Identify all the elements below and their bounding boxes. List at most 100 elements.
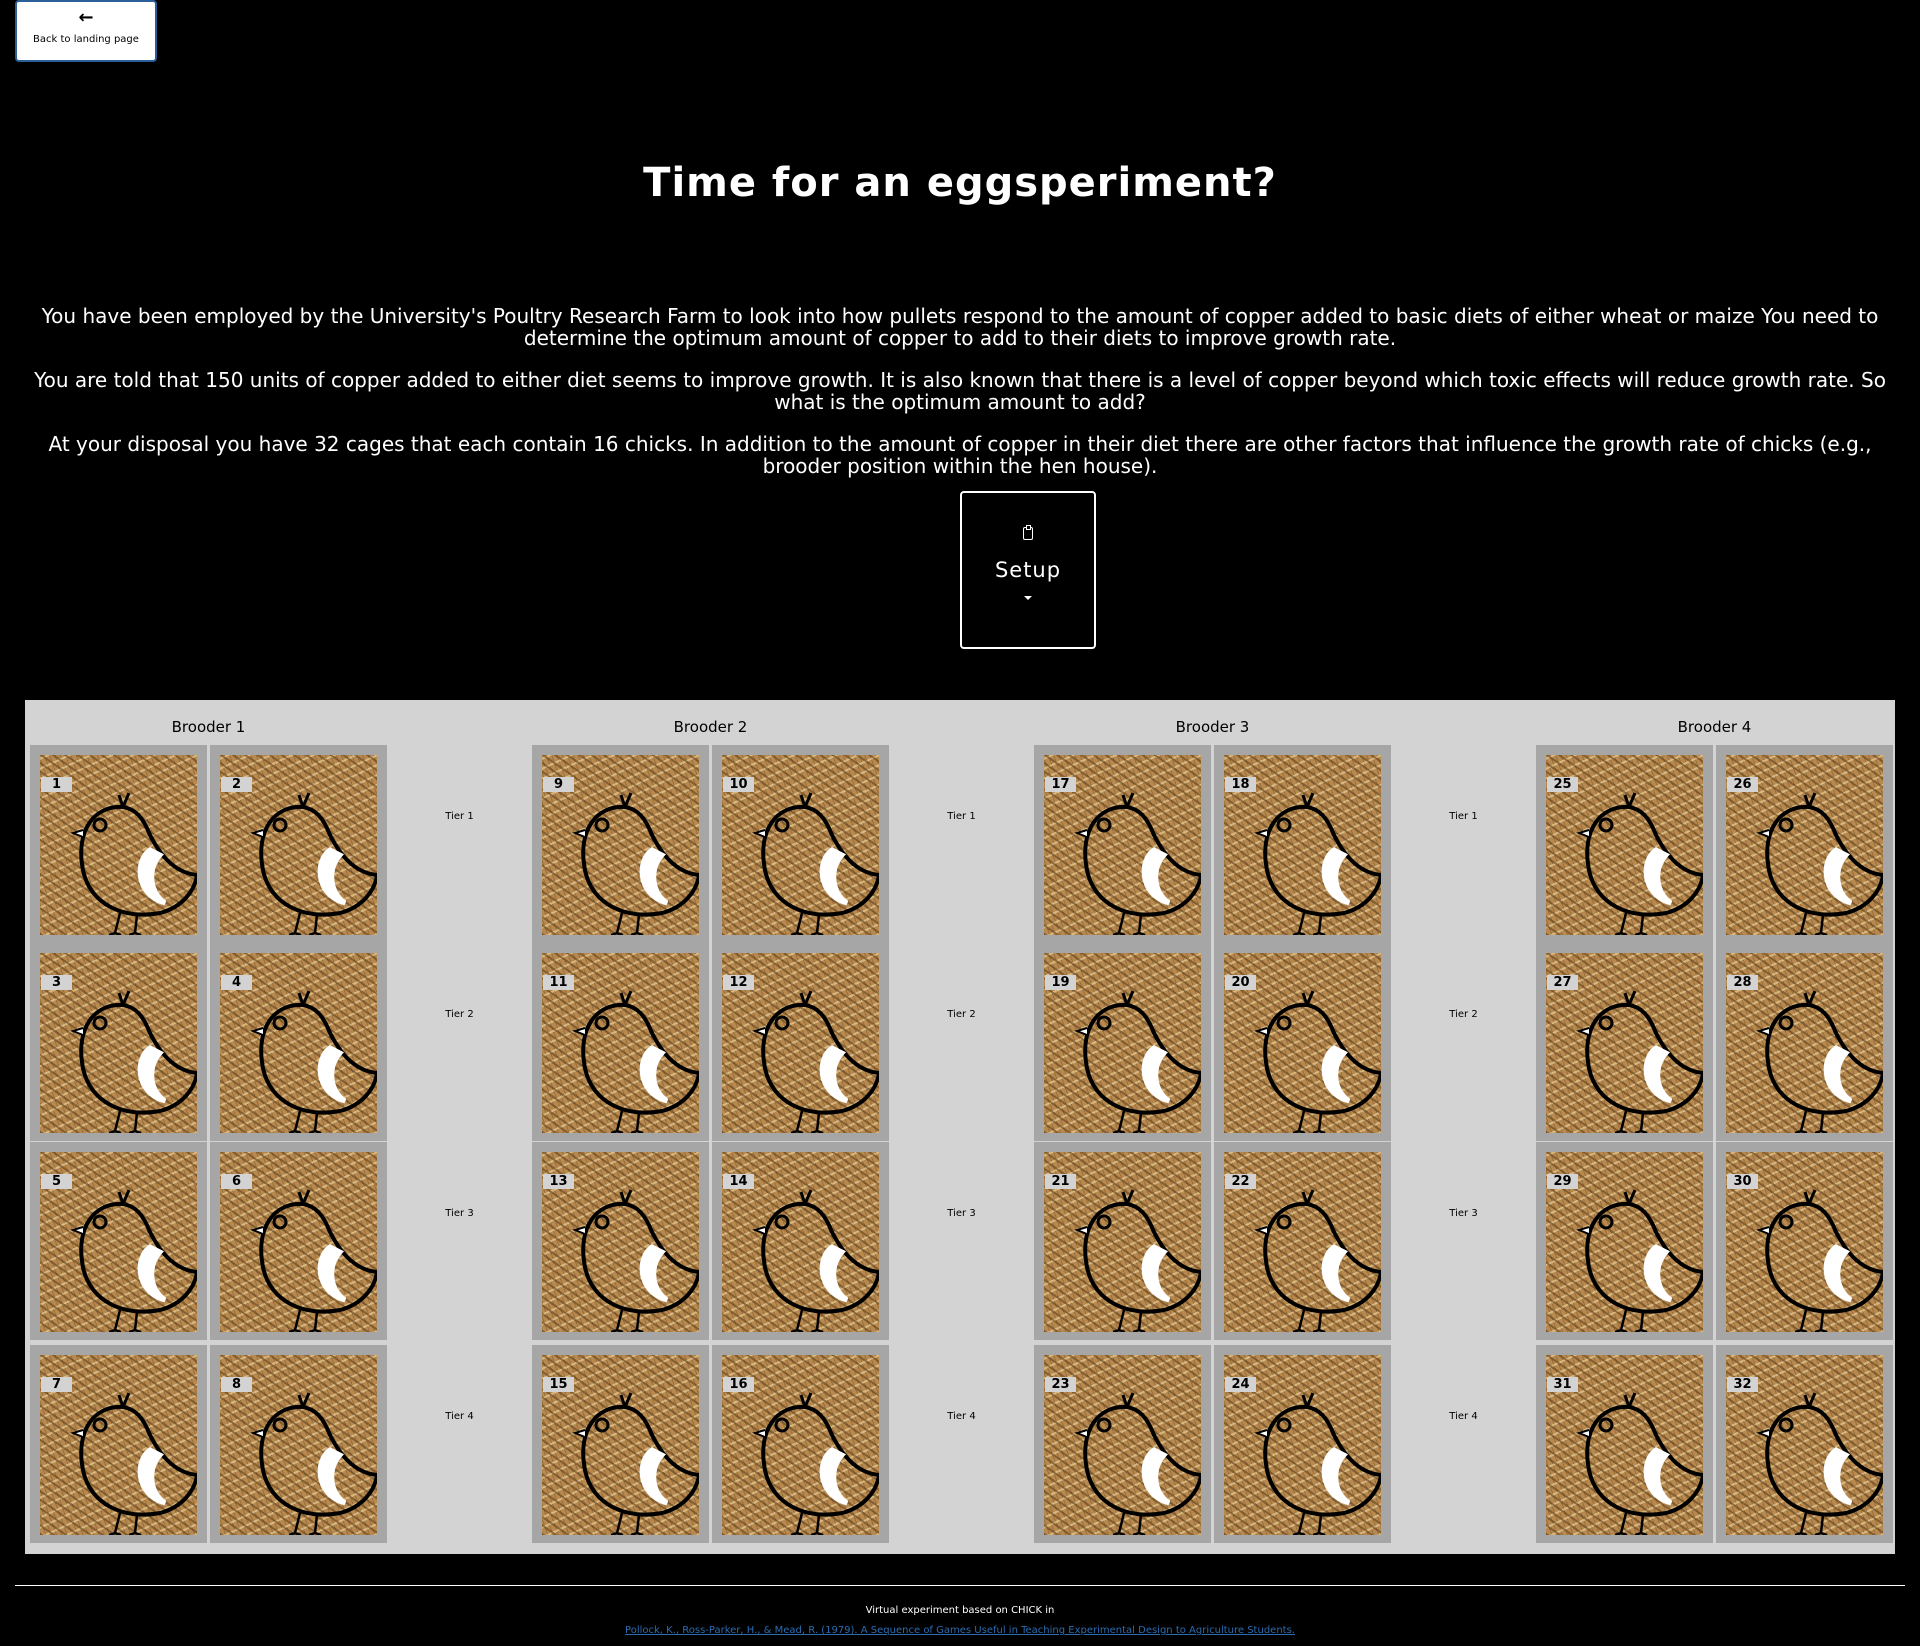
back-to-landing-button[interactable]: ← Back to landing page	[15, 0, 157, 62]
straw-image: 19	[1044, 953, 1201, 1133]
straw-image: 28	[1726, 953, 1883, 1133]
arrow-left-icon: ←	[78, 7, 94, 28]
cage-21[interactable]: 21	[1034, 1142, 1211, 1340]
cage-3[interactable]: 3	[30, 943, 207, 1141]
straw-image: 4	[220, 953, 377, 1133]
cage-29[interactable]: 29	[1536, 1142, 1713, 1340]
straw-image: 15	[542, 1355, 699, 1535]
chick-icon	[567, 785, 699, 935]
straw-image: 9	[542, 755, 699, 935]
chick-icon	[245, 1182, 377, 1332]
cage-26[interactable]: 26	[1716, 745, 1893, 943]
cage-8[interactable]: 8	[210, 1345, 387, 1543]
straw-image: 29	[1546, 1152, 1703, 1332]
cage-22[interactable]: 22	[1214, 1142, 1391, 1340]
intro-paragraph: You have been employed by the University…	[41, 304, 1879, 350]
straw-image: 25	[1546, 755, 1703, 935]
cage-25[interactable]: 25	[1536, 745, 1713, 943]
cage-7[interactable]: 7	[30, 1345, 207, 1543]
brooder-name: Brooder 1	[171, 718, 246, 736]
straw-image: 10	[722, 755, 879, 935]
straw-image: 32	[1726, 1355, 1883, 1535]
chick-icon	[245, 785, 377, 935]
chick-icon	[567, 1385, 699, 1535]
straw-image: 16	[722, 1355, 879, 1535]
cage-13[interactable]: 13	[532, 1142, 709, 1340]
back-label: Back to landing page	[33, 34, 139, 45]
chick-icon	[567, 1182, 699, 1332]
setup-dropdown-button[interactable]: Setup	[960, 491, 1096, 649]
cage-20[interactable]: 20	[1214, 943, 1391, 1141]
cage-16[interactable]: 16	[712, 1345, 889, 1543]
chick-icon	[1571, 983, 1703, 1133]
cage-24[interactable]: 24	[1214, 1345, 1391, 1543]
tier-label: Tier 1	[1449, 811, 1478, 822]
cage-32[interactable]: 32	[1716, 1345, 1893, 1543]
straw-image: 27	[1546, 953, 1703, 1133]
chick-icon	[65, 1182, 197, 1332]
hen-house-grid: Brooder 1 1 2 3 4 5 6 7 8 Tier 1 Tier 2 Tier 3 Tier …	[25, 700, 1895, 1554]
straw-image: 22	[1224, 1152, 1381, 1332]
chick-icon	[1069, 1385, 1201, 1535]
tier-label: Tier 2	[445, 1009, 474, 1020]
page-title: Time for an eggsperiment?	[643, 160, 1277, 206]
brooder-name: Brooder 2	[673, 718, 748, 736]
chick-icon	[245, 983, 377, 1133]
straw-image: 2	[220, 755, 377, 935]
cage-19[interactable]: 19	[1034, 943, 1211, 1141]
chick-icon	[1571, 1182, 1703, 1332]
straw-image: 12	[722, 953, 879, 1133]
cage-10[interactable]: 10	[712, 745, 889, 943]
tier-label: Tier 4	[947, 1411, 976, 1422]
cage-31[interactable]: 31	[1536, 1345, 1713, 1543]
cage-2[interactable]: 2	[210, 745, 387, 943]
chick-icon	[1249, 1182, 1381, 1332]
chick-icon	[747, 983, 879, 1133]
cage-23[interactable]: 23	[1034, 1345, 1211, 1543]
cage-6[interactable]: 6	[210, 1142, 387, 1340]
tier-label: Tier 4	[445, 1411, 474, 1422]
straw-image: 31	[1546, 1355, 1703, 1535]
straw-image: 23	[1044, 1355, 1201, 1535]
chick-icon	[1069, 1182, 1201, 1332]
chick-icon	[245, 1385, 377, 1535]
straw-image: 14	[722, 1152, 879, 1332]
chick-icon	[567, 983, 699, 1133]
cage-17[interactable]: 17	[1034, 745, 1211, 943]
chick-icon	[1751, 983, 1883, 1133]
cage-30[interactable]: 30	[1716, 1142, 1893, 1340]
chick-icon	[1751, 785, 1883, 935]
chick-icon	[1751, 1182, 1883, 1332]
cage-12[interactable]: 12	[712, 943, 889, 1141]
straw-image: 13	[542, 1152, 699, 1332]
straw-image: 3	[40, 953, 197, 1133]
caret-down-icon	[1024, 596, 1032, 600]
chick-icon	[65, 983, 197, 1133]
tier-label: Tier 1	[947, 811, 976, 822]
cage-11[interactable]: 11	[532, 943, 709, 1141]
citation-link[interactable]: Pollock, K., Ross-Parker, H., & Mead, R.…	[0, 1625, 1920, 1636]
chick-icon	[747, 1182, 879, 1332]
cage-14[interactable]: 14	[712, 1142, 889, 1340]
cage-15[interactable]: 15	[532, 1345, 709, 1543]
chick-icon	[1249, 983, 1381, 1133]
cage-27[interactable]: 27	[1536, 943, 1713, 1141]
straw-image: 5	[40, 1152, 197, 1332]
cage-1[interactable]: 1	[30, 745, 207, 943]
straw-image: 18	[1224, 755, 1381, 935]
cage-4[interactable]: 4	[210, 943, 387, 1141]
tier-label: Tier 1	[445, 811, 474, 822]
chick-icon	[1069, 983, 1201, 1133]
intro-paragraph: At your disposal you have 32 cages that …	[48, 432, 1872, 478]
straw-image: 30	[1726, 1152, 1883, 1332]
tier-label: Tier 3	[1449, 1208, 1478, 1219]
chick-icon	[65, 1385, 197, 1535]
cage-9[interactable]: 9	[532, 745, 709, 943]
brooder-name: Brooder 4	[1677, 718, 1752, 736]
cage-18[interactable]: 18	[1214, 745, 1391, 943]
cage-28[interactable]: 28	[1716, 943, 1893, 1141]
cage-5[interactable]: 5	[30, 1142, 207, 1340]
straw-image: 11	[542, 953, 699, 1133]
intro-paragraph: You are told that 150 units of copper ad…	[34, 368, 1886, 414]
chick-icon	[1751, 1385, 1883, 1535]
